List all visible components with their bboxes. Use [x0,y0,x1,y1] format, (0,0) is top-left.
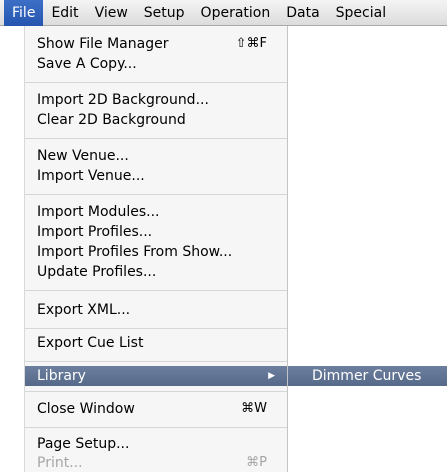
menu-setup[interactable]: Setup [136,0,193,26]
file-menu-dropdown: Show File Manager ⇧⌘F Save A Copy... Imp… [24,26,288,472]
menu-item-export-xml[interactable]: Export XML... [25,300,287,320]
menu-file[interactable]: File [4,0,44,26]
menu-item-close-window[interactable]: Close Window ⌘W [25,399,287,419]
menu-item-label: Close Window [37,401,135,417]
menu-item-label: Save A Copy... [37,56,137,72]
menu-item-label: Update Profiles... [37,264,157,280]
menu-view[interactable]: View [87,0,136,26]
menu-edit[interactable]: Edit [43,0,86,26]
menu-item-label: Library [37,368,86,384]
menu-item-label: Dimmer Curves [312,368,422,384]
shortcut-label: ⌘P [246,455,267,470]
shortcut-label: ⇧⌘F [235,36,267,51]
menu-item-label: Export XML... [37,302,131,318]
menu-item-import-profiles[interactable]: Import Profiles... [25,222,287,242]
menu-separator [25,194,287,195]
menu-special[interactable]: Special [328,0,394,26]
menu-separator [25,290,287,291]
menu-item-new-venue[interactable]: New Venue... [25,146,287,166]
menu-item-import-modules[interactable]: Import Modules... [25,202,287,222]
menu-item-import-profiles-from-show[interactable]: Import Profiles From Show... [25,242,287,262]
menu-item-label: Export Cue List [37,335,144,351]
menu-item-update-profiles[interactable]: Update Profiles... [25,262,287,282]
menu-bar: File Edit View Setup Operation Data Spec… [0,0,447,26]
menu-separator [25,427,287,428]
menu-separator [25,82,287,83]
shortcut-label: ⌘W [241,401,267,416]
menu-separator [25,361,287,362]
menu-item-label: Import 2D Background... [37,92,209,108]
menu-item-import-2d-background[interactable]: Import 2D Background... [25,90,287,110]
menu-item-print[interactable]: Print... ⌘P [25,453,287,473]
menu-separator [25,328,287,329]
submenu-arrow-icon: ▶ [268,371,275,381]
menu-separator [25,138,287,139]
menu-item-library[interactable]: Library ▶ [25,366,287,386]
menu-item-label: Import Profiles... [37,224,153,240]
menu-item-label: New Venue... [37,148,129,164]
menu-separator [25,391,287,392]
menu-item-label: Import Modules... [37,204,160,220]
menu-item-label: Clear 2D Background [37,112,186,128]
menu-item-show-file-manager[interactable]: Show File Manager ⇧⌘F [25,34,287,54]
menu-item-save-a-copy[interactable]: Save A Copy... [25,54,287,74]
menu-item-clear-2d-background[interactable]: Clear 2D Background [25,110,287,130]
menu-item-label: Print... [37,455,83,471]
menu-operation[interactable]: Operation [193,0,279,26]
menu-item-import-venue[interactable]: Import Venue... [25,166,287,186]
menu-data[interactable]: Data [278,0,327,26]
menu-item-export-cue-list[interactable]: Export Cue List [25,333,287,353]
menu-item-page-setup[interactable]: Page Setup... [25,434,287,454]
submenu-item-dimmer-curves[interactable]: Dimmer Curves [288,366,447,386]
menu-item-label: Page Setup... [37,436,130,452]
menu-item-label: Show File Manager [37,36,169,52]
menu-item-label: Import Venue... [37,168,145,184]
menu-item-label: Import Profiles From Show... [37,244,233,260]
